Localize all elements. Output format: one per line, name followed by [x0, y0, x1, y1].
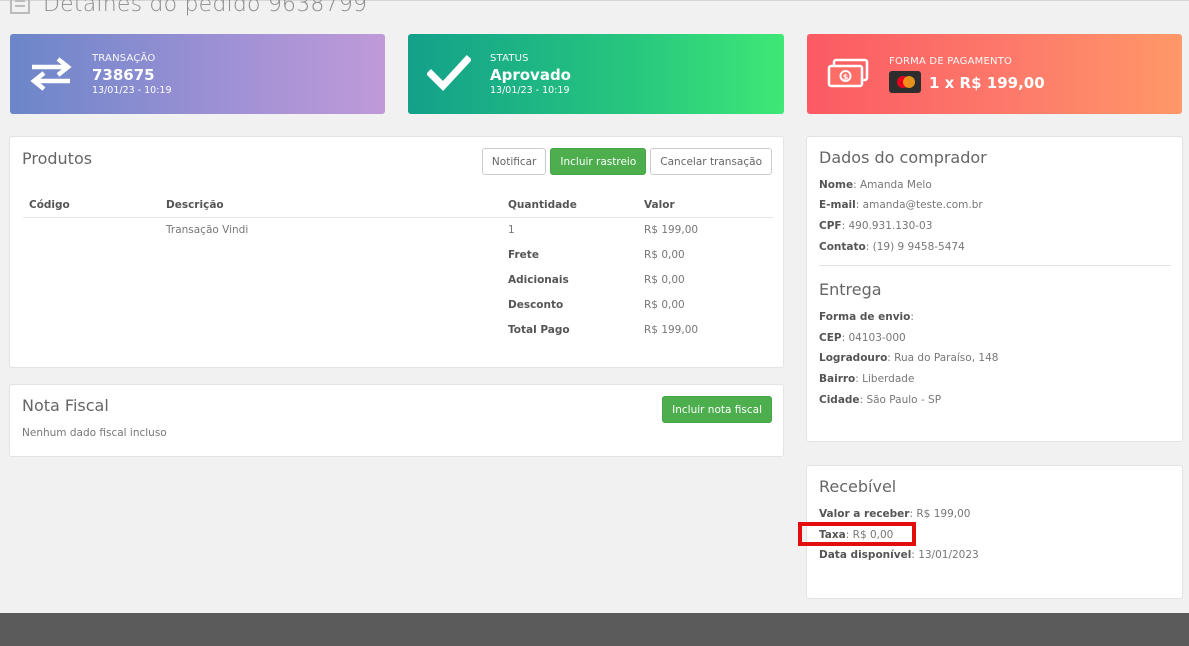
col-description: Descrição [160, 194, 502, 218]
transaction-label: TRANSAÇÃO [92, 52, 156, 64]
item-value: R$ 199,00 [644, 223, 699, 236]
buyer-name: Nome: Amanda Melo [819, 179, 932, 191]
invoice-empty-text: Nenhum dado fiscal incluso [22, 427, 167, 439]
products-table: Código Descrição Quantidade Valor Transa… [23, 194, 773, 342]
receivable-date: Data disponível: 13/01/2023 [819, 549, 979, 561]
include-invoice-button[interactable]: Incluir nota fiscal [662, 396, 772, 423]
buyer-title: Dados do comprador [819, 148, 987, 167]
page-header: Detalhes do pedido 9638799 [9, 0, 367, 18]
invoice-panel: Nota Fiscal Nenhum dado fiscal incluso I… [9, 384, 784, 457]
cancel-transaction-button[interactable]: Cancelar transação [650, 148, 772, 175]
summary-label: Adicionais [508, 273, 569, 286]
summary-label: Total Pago [508, 323, 570, 336]
item-quantity: 1 [508, 223, 515, 236]
mastercard-icon [889, 70, 921, 93]
summary-value: R$ 199,00 [644, 323, 699, 336]
status-label: STATUS [490, 52, 529, 64]
buyer-panel: Dados do comprador Nome: Amanda Melo E-m… [806, 136, 1183, 442]
checkmark-icon [427, 55, 471, 92]
payment-card: $ FORMA DE PAGAMENTO 1 x R$ 199,00 [807, 34, 1182, 114]
status-date: 13/01/23 - 10:19 [490, 84, 570, 96]
receivable-title: Recebível [819, 477, 897, 496]
fee-highlight-box [798, 522, 916, 546]
transaction-card: TRANSAÇÃO 738675 13/01/23 - 10:19 [10, 34, 385, 114]
status-value: Aprovado [490, 65, 571, 84]
buyer-email: E-mail: amanda@teste.com.br [819, 199, 983, 211]
col-code: Código [23, 194, 160, 218]
summary-row-total: Total Pago R$ 199,00 [23, 317, 773, 342]
summary-value: R$ 0,00 [644, 273, 685, 286]
col-value: Valor [638, 194, 773, 218]
buyer-contact: Contato: (19) 9 9458-5474 [819, 241, 965, 253]
notify-button[interactable]: Notificar [481, 148, 547, 175]
svg-text:$: $ [843, 73, 849, 82]
summary-value: R$ 0,00 [644, 248, 685, 261]
summary-row-shipping: Frete R$ 0,00 [23, 242, 773, 267]
summary-label: Frete [508, 248, 539, 261]
summary-row-discount: Desconto R$ 0,00 [23, 292, 773, 317]
summary-label: Desconto [508, 298, 564, 311]
delivery-street: Logradouro: Rua do Paraíso, 148 [819, 352, 999, 364]
summary-row-additional: Adicionais R$ 0,00 [23, 267, 773, 292]
buyer-cpf: CPF: 490.931.130-03 [819, 220, 933, 232]
item-code [23, 217, 160, 242]
delivery-title: Entrega [819, 280, 882, 299]
invoice-title: Nota Fiscal [22, 396, 109, 415]
receivable-amount: Valor a receber: R$ 199,00 [819, 508, 971, 520]
transfer-arrows-icon [30, 57, 72, 91]
status-card: STATUS Aprovado 13/01/23 - 10:19 [408, 34, 784, 114]
products-panel: Produtos Notificar Incluir rastreio Canc… [9, 136, 784, 368]
col-quantity: Quantidade [502, 194, 638, 218]
delivery-district: Bairro: Liberdade [819, 373, 915, 385]
page-title: Detalhes do pedido 9638799 [43, 0, 368, 17]
footer-bar [0, 613, 1189, 646]
delivery-method: Forma de envio: [819, 311, 914, 323]
delivery-city: Cidade: São Paulo - SP [819, 394, 942, 406]
include-tracking-button[interactable]: Incluir rastreio [550, 148, 647, 175]
payment-value: 1 x R$ 199,00 [929, 73, 1045, 92]
divider [819, 265, 1171, 266]
transaction-date: 13/01/23 - 10:19 [92, 84, 172, 96]
products-title: Produtos [22, 149, 93, 168]
table-row: Transação Vindi 1 R$ 199,00 [23, 217, 773, 242]
summary-value: R$ 0,00 [644, 298, 685, 311]
payment-label: FORMA DE PAGAMENTO [889, 55, 1013, 67]
cash-icon: $ [827, 58, 869, 88]
transaction-id: 738675 [92, 65, 155, 84]
table-header-row: Código Descrição Quantidade Valor [23, 194, 773, 218]
delivery-cep: CEP: 04103-000 [819, 332, 906, 344]
document-icon [10, 0, 30, 14]
item-description: Transação Vindi [166, 223, 249, 236]
